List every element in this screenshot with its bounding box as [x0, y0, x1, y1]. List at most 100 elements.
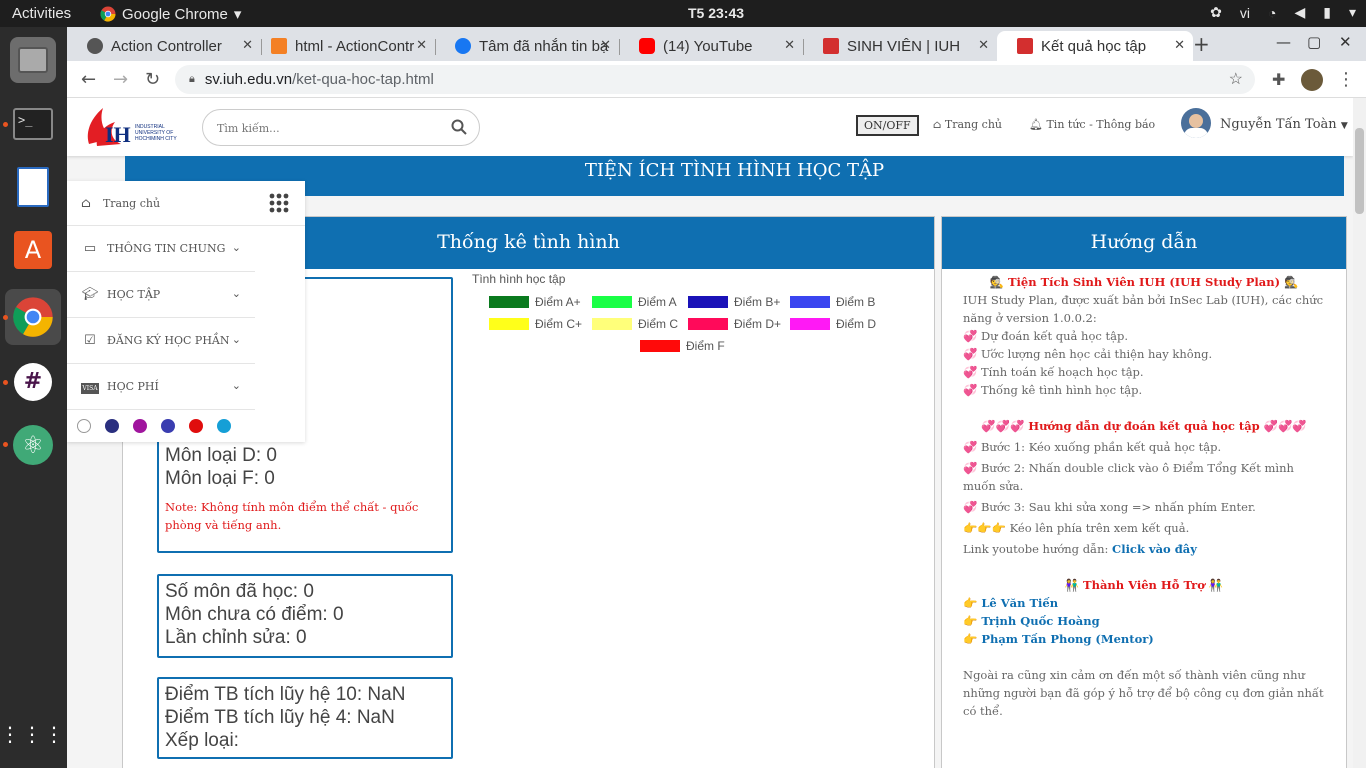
sidebar: ⌂ Trang chủ ▭ THÔNG TIN CHUNG ⌄ 🎓︎ HỌC TẬP ⌄ … [67, 181, 305, 442]
close-icon[interactable]: ✕ [416, 37, 427, 53]
member-link[interactable]: 👉 Lê Văn Tiến [963, 594, 1325, 612]
legend-item[interactable]: Điểm B [790, 295, 875, 309]
minimize-button[interactable]: — [1276, 33, 1291, 51]
theme-color-swatch[interactable] [161, 419, 175, 433]
grade-count-f: Môn loại F: 0 [165, 468, 275, 489]
forward-button: → [113, 69, 129, 90]
theme-color-swatch[interactable] [189, 419, 203, 433]
sidebar-home-label: Trang chủ [102, 196, 161, 210]
user-avatar[interactable] [1181, 108, 1211, 138]
battery-icon[interactable]: ▮ [1323, 4, 1331, 21]
language-indicator[interactable]: vi [1240, 5, 1250, 21]
user-name: Nguyễn Tấn Toàn [1220, 117, 1337, 132]
bookmark-star-icon[interactable]: ☆ [1229, 69, 1243, 89]
monitor-icon: ▭ [83, 241, 97, 256]
app-menu[interactable]: Google Chrome ▾ [100, 5, 241, 23]
dock: >_ A # ⚛ ⋮⋮⋮ [0, 27, 67, 768]
sidebar-item-hoc-tap[interactable]: 🎓︎ HỌC TẬP ⌄ [67, 272, 255, 318]
scrollbar-thumb[interactable] [1355, 128, 1364, 214]
chrome-dock-icon[interactable] [5, 289, 61, 345]
document-viewer-icon[interactable] [10, 164, 56, 210]
legend-item[interactable]: Điểm A+ [489, 295, 581, 309]
software-center-icon[interactable]: A [10, 227, 56, 273]
legend-item[interactable]: Điểm F [640, 339, 725, 353]
bell-icon: 🔔︎ [1029, 118, 1047, 131]
terminal-icon[interactable]: >_ [10, 101, 56, 147]
slack-icon[interactable]: # [10, 359, 56, 405]
stackoverflow-icon [271, 38, 287, 54]
lock-icon[interactable]: 🔒︎ [189, 73, 195, 86]
tab-youtube[interactable]: (14) YouTube ✕ [619, 31, 804, 61]
tab-facebook[interactable]: Tâm đã nhắn tin bạ ✕ [435, 31, 620, 61]
profile-avatar[interactable] [1301, 69, 1323, 91]
onoff-toggle[interactable]: ON/OFF [856, 115, 919, 136]
sidebar-item-dang-ky-hoc-phan[interactable]: ☑ ĐĂNG KÝ HỌC PHẦN ⌄ [67, 318, 255, 364]
theme-color-swatch[interactable] [217, 419, 231, 433]
legend-item[interactable]: Điểm A [592, 295, 677, 309]
sidebar-item-label: ĐĂNG KÝ HỌC PHẦN [107, 334, 230, 347]
legend-item[interactable]: Điểm C [592, 317, 678, 331]
header-home-link[interactable]: ⌂ Trang chủ [933, 118, 1002, 131]
chrome-menu-icon[interactable]: ⋮ [1337, 69, 1355, 90]
iuh-icon [823, 38, 839, 54]
address-bar[interactable]: 🔒︎ sv.iuh.edu.vn/ket-qua-hoc-tap.html ☆ [175, 65, 1255, 94]
running-indicator [3, 315, 8, 320]
chevron-down-icon: ▾ [233, 6, 242, 23]
system-tray[interactable]: ✿ vi ◔ ◀ ▮ ▾ [1210, 4, 1356, 21]
legend-item[interactable]: Điểm D+ [688, 317, 781, 331]
tab-sinh-vien-iuh[interactable]: SINH VIÊN | IUH - Tr ✕ [803, 31, 997, 61]
legend-item[interactable]: Điểm B+ [688, 295, 780, 309]
maximize-button[interactable]: ▢ [1307, 33, 1321, 51]
clock[interactable]: T5 23:43 [688, 5, 744, 21]
atom-icon[interactable]: ⚛ [10, 422, 56, 468]
theme-color-swatch[interactable] [133, 419, 147, 433]
back-button[interactable]: ← [81, 69, 96, 90]
caret-down-icon: ▼ [1340, 121, 1348, 131]
wifi-icon[interactable]: ◔ [1268, 5, 1276, 21]
accessibility-icon[interactable]: ✿ [1210, 4, 1222, 21]
sidebar-item-thong-tin-chung[interactable]: ▭ THÔNG TIN CHUNG ⌄ [67, 226, 255, 272]
guide-panel-title: Hướng dẫn [942, 217, 1346, 269]
theme-color-swatch[interactable] [77, 419, 91, 433]
search-input[interactable]: Tìm kiếm... [202, 109, 480, 146]
search-icon[interactable] [451, 119, 467, 135]
close-window-button[interactable]: ✕ [1339, 33, 1352, 51]
youtube-guide-link[interactable]: Click vào đây [1112, 542, 1197, 556]
tab-html-actioncontroller[interactable]: html - ActionContr ✕ [251, 31, 436, 61]
reload-button[interactable]: ↻ [145, 69, 160, 90]
facebook-icon [455, 38, 471, 54]
running-indicator [3, 122, 8, 127]
user-menu[interactable]: Nguyễn Tấn Toàn ▼ [1220, 117, 1348, 132]
member-link[interactable]: 👉 Trịnh Quốc Hoàng [963, 612, 1325, 630]
close-icon[interactable]: ✕ [600, 37, 611, 53]
tab-title: Kết quả học tập [1041, 37, 1147, 55]
legend-label: Điểm D+ [734, 317, 782, 331]
files-icon[interactable] [10, 37, 56, 83]
volume-icon[interactable]: ◀ [1294, 4, 1305, 21]
close-icon[interactable]: ✕ [978, 37, 989, 53]
legend-item[interactable]: Điểm D [790, 317, 876, 331]
legend-item[interactable]: Điểm C+ [489, 317, 582, 331]
sidebar-item-hoc-phi[interactable]: VISA HỌC PHÍ ⌄ [67, 364, 255, 410]
youtube-icon [639, 38, 655, 54]
tab-ket-qua-hoc-tap[interactable]: Kết quả học tập ✕ [997, 31, 1193, 61]
tab-action-controller[interactable]: Action Controller ✕ [67, 31, 262, 61]
grid-menu-icon[interactable] [269, 193, 289, 217]
close-icon[interactable]: ✕ [784, 37, 795, 53]
power-menu-icon[interactable]: ▾ [1349, 4, 1356, 21]
new-tab-button[interactable]: + [1193, 32, 1210, 56]
guide-feature: 💞 Tính toán kế hoạch học tập. [963, 365, 1144, 379]
member-link[interactable]: 👉 Phạm Tấn Phong (Mentor) [963, 630, 1325, 648]
page-scrollbar[interactable] [1353, 98, 1366, 768]
classification: Xếp loại: [165, 730, 239, 751]
globe-icon [87, 38, 103, 54]
stats-note: Note: Không tính môn điểm thể chất - quố… [165, 500, 419, 532]
guide-step: 💞 Bước 1: Kéo xuống phần kết quả học tập… [963, 440, 1222, 454]
iuh-logo[interactable]: IH INDUSTRIAL UNIVERSITY OF HOCHIMINH CI… [83, 104, 187, 148]
theme-color-swatch[interactable] [105, 419, 119, 433]
extensions-icon[interactable]: ✚ [1272, 70, 1285, 89]
show-applications-icon[interactable]: ⋮⋮⋮ [0, 711, 64, 757]
header-news-link[interactable]: 🔔︎ Tin tức - Thông báo [1029, 118, 1155, 131]
close-icon[interactable]: ✕ [1174, 37, 1185, 53]
activities-button[interactable]: Activities [12, 5, 71, 22]
